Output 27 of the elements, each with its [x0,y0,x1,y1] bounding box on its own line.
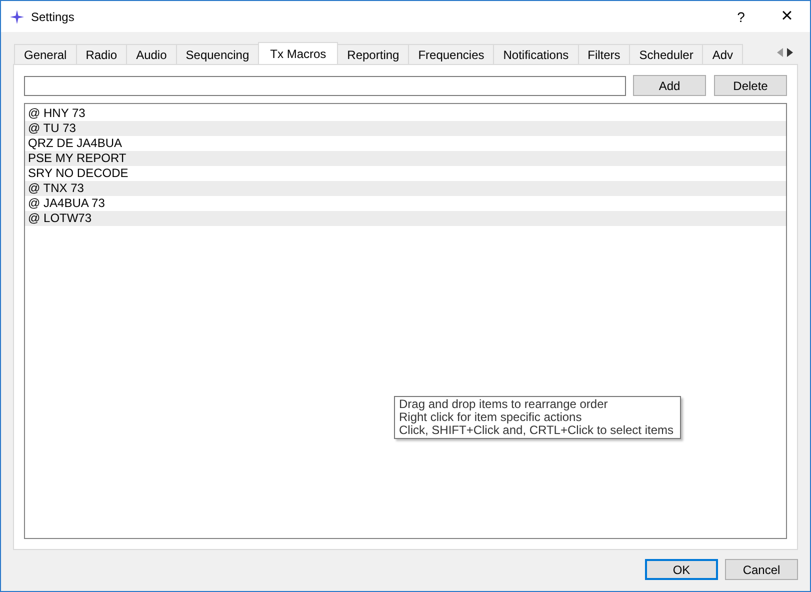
delete-button[interactable]: Delete [714,75,787,96]
dialog-button[interactable]: Cancel [725,559,798,580]
window-title: Settings [31,10,74,24]
tooltip-line: Drag and drop items to rearrange order [399,398,609,411]
tooltip-line: Right click for item specific actions [399,411,583,424]
scroll-right-icon[interactable] [786,48,793,56]
tab[interactable]: Adv [702,44,744,64]
tab[interactable]: Frequencies [408,44,494,64]
tab[interactable]: Tx Macros [258,42,338,64]
macro-item[interactable]: SRY NO DECODE [25,166,786,181]
macro-item[interactable]: @ LOTW73 [25,211,786,226]
add-button[interactable]: Add [633,75,706,96]
macro-item[interactable]: @ TNX 73 [25,181,786,196]
tooltip-line: Click, SHIFT+Click and, CRTL+Click to select items [399,424,674,437]
tab[interactable]: Reporting [337,44,410,64]
dialog-button[interactable]: OK [645,559,718,580]
help-button[interactable]: ? [718,2,764,32]
macro-input-field[interactable] [24,76,626,96]
macro-item[interactable]: PSE MY REPORT [25,151,786,166]
macro-item[interactable]: @ JA4BUA 73 [25,196,786,211]
macro-item[interactable]: @ TU 73 [25,121,786,136]
tab[interactable]: Sequencing [176,44,260,64]
tab[interactable]: General [14,44,77,64]
close-button[interactable]: × [764,2,810,32]
app-star-icon [10,10,24,24]
macro-item[interactable]: @ HNY 73 [25,106,786,121]
macro-item[interactable]: QRZ DE JA4BUA [25,136,786,151]
